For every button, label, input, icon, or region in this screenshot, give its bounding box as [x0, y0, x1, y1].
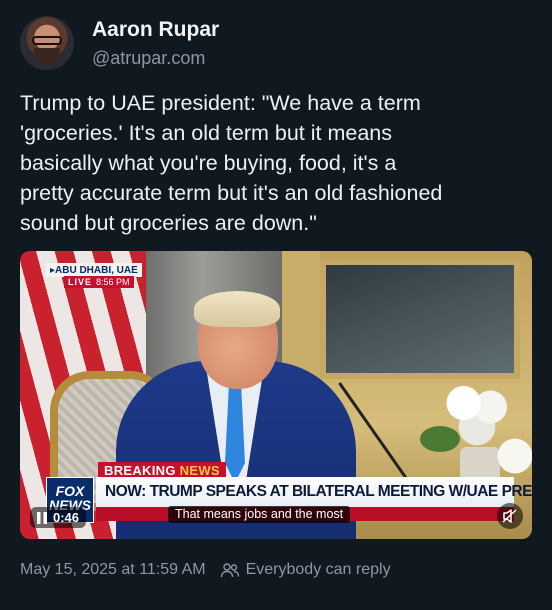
lower-third: NOW: TRUMP SPEAKS AT BILATERAL MEETING W…: [96, 477, 532, 507]
people-icon: [220, 563, 239, 578]
mirror: [320, 259, 520, 379]
post-header: Aaron Rupar @atrupar.com: [20, 14, 540, 74]
chyron-headline: NOW: TRUMP SPEAKS AT BILATERAL MEETING W…: [105, 483, 532, 500]
leaves: [420, 426, 460, 452]
author-handle[interactable]: @atrupar.com: [92, 48, 205, 69]
network-line-1: FOX: [55, 483, 85, 499]
mute-button[interactable]: [497, 503, 523, 529]
pause-icon[interactable]: [37, 511, 47, 524]
author-display-name[interactable]: Aaron Rupar: [92, 18, 219, 42]
reply-setting[interactable]: Everybody can reply: [246, 561, 391, 579]
live-tag: LIVE 8:56 PM: [64, 276, 134, 288]
avatar[interactable]: [20, 16, 74, 70]
mute-icon[interactable]: [497, 503, 523, 529]
live-time: 8:56 PM: [96, 277, 130, 287]
live-label: LIVE: [68, 277, 93, 287]
closed-caption: That means jobs and the most: [168, 506, 351, 523]
post-timestamp[interactable]: May 15, 2025 at 11:59 AM: [20, 561, 206, 579]
video-player[interactable]: ▸ABU DHABI, UAE LIVE 8:56 PM BREAKING NEW…: [20, 251, 532, 539]
breaking-label: BREAKING: [104, 463, 176, 478]
video-duration: 0:46: [53, 510, 80, 525]
breaking-news-label: NEWS: [179, 463, 220, 478]
avatar-beard: [34, 48, 60, 64]
avatar-glasses: [32, 36, 62, 45]
play-pause-button[interactable]: 0:46: [30, 507, 87, 528]
location-tag: ▸ABU DHABI, UAE: [46, 263, 142, 277]
post-footer: May 15, 2025 at 11:59 AM Everybody can r…: [20, 561, 391, 579]
speaker-hair: [194, 291, 280, 327]
post-text: Trump to UAE president: "We have a term …: [20, 91, 443, 235]
